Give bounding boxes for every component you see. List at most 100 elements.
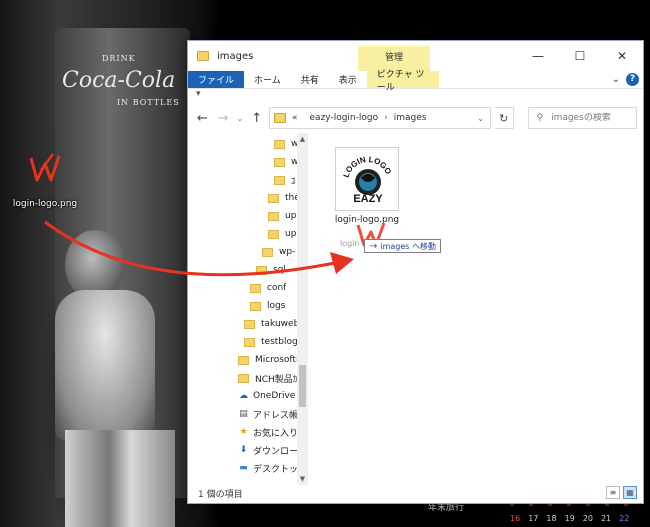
desktop-icon: ▬ [239,463,248,473]
calendar-date[interactable]: 21 [601,514,611,523]
move-tooltip: → images へ移動 [364,239,442,253]
svg-text:EAZY: EAZY [353,193,383,205]
scrollbar-thumb[interactable] [299,365,306,407]
ribbon-expand-icon[interactable]: ⌄ [612,74,620,85]
arrow-right-icon: → [369,240,378,252]
folder-icon [256,265,267,275]
content-area: w w ﾕ the up up wp- sql conf logs takuwe… [188,133,643,485]
help-icon[interactable]: ? [626,73,639,86]
tab-view[interactable]: 表示 [329,71,367,88]
forward-button[interactable]: → [215,111,232,126]
tab-file[interactable]: ファイル [188,71,245,88]
recent-locations-button[interactable]: ⌄ [235,114,244,123]
folder-icon [268,211,279,221]
navigation-bar: ← → ⌄ ↑ « eazy-login-logo › images ⌄ ↻ ⚲ [188,103,643,133]
nav-item[interactable]: takuweb [244,315,299,333]
nav-item[interactable]: NCH製品ｶ [238,369,297,387]
folder-icon [268,193,279,203]
folder-icon [262,247,273,257]
nav-item-label: takuweb [261,319,300,329]
breadcrumb-segment[interactable]: eazy-login-logo [310,113,379,123]
nav-item-label: sql [273,265,286,275]
scroll-down-icon[interactable]: ▼ [297,475,308,483]
minimize-button[interactable]: — [517,41,559,71]
calendar-date[interactable]: 17 [528,514,538,523]
nav-item[interactable]: up [268,207,296,225]
nav-item-label: アドレス帳 [253,410,299,421]
nav-item[interactable]: logs [250,297,285,315]
folder-icon [244,319,255,329]
folder-icon [238,373,249,383]
folder-icon [197,51,209,61]
status-bar: 1 個の項目 ≡ ▦ [188,483,643,503]
tab-picture-tools[interactable]: ピクチャ ツール [366,70,439,93]
move-tooltip-text: images へ移動 [380,241,437,251]
download-icon: ⬇ [239,445,248,455]
navigation-pane: w w ﾕ the up up wp- sql conf logs takuwe… [188,133,310,485]
back-button[interactable]: ← [194,111,211,126]
nav-item[interactable]: sql [256,261,286,279]
tab-share[interactable]: 共有 [291,71,329,88]
breadcrumb-overflow[interactable]: « [292,113,298,123]
file-list[interactable]: LOGIN LOGO EAZY login-logo.png login → i… [310,133,643,485]
up-button[interactable]: ↑ [248,111,265,126]
calendar-date[interactable]: 18 [546,514,556,523]
window-title: images [217,50,254,62]
nav-item-label: お気に入り [253,428,299,439]
desktop-file-label: login-logo.png [12,199,78,209]
calendar-date[interactable]: 20 [583,514,593,523]
view-buttons: ≡ ▦ [606,486,637,499]
calendar-date[interactable]: 19 [565,514,575,523]
refresh-button[interactable]: ↻ [495,107,514,129]
calendar-date[interactable]: 22 [619,514,629,523]
nav-item[interactable]: the [268,189,300,207]
address-bar[interactable]: « eazy-login-logo › images ⌄ [269,107,491,129]
logo-file-icon [29,153,61,182]
nav-item[interactable]: up [268,225,296,243]
nav-item-label: wp- [279,247,296,257]
large-icons-view-button[interactable]: ▦ [623,486,637,499]
search-input[interactable] [551,113,632,123]
taskbar-calendar-dates: 16 17 18 19 20 21 22 [510,514,629,523]
nav-item-label: NCH製品ｶ [255,374,298,385]
breadcrumb-segment[interactable]: images [394,113,427,123]
maximize-button[interactable]: ☐ [559,41,601,71]
close-button[interactable]: ✕ [601,41,643,71]
nav-item[interactable]: MicrosoftE [238,351,302,369]
window-controls: — ☐ ✕ [517,41,643,71]
wallpaper-sign-bottles: IN BOTTLES [117,98,180,107]
wallpaper-coca-cola-sign: DRINK Coca-Cola IN BOTTLES [62,48,190,107]
search-box[interactable]: ⚲ [527,107,638,129]
nav-item[interactable]: conf [250,279,286,297]
nav-item[interactable]: wp- [262,243,295,261]
wallpaper-boy-legs [65,430,175,527]
nav-item[interactable]: ﾕ [274,171,296,189]
file-item[interactable]: LOGIN LOGO EAZY login-logo.png [326,147,408,225]
nav-item[interactable]: testblog [244,333,298,351]
folder-icon [274,157,285,167]
nav-scrollbar[interactable]: ▲ ▼ [297,133,308,485]
nav-item-label: conf [267,283,287,293]
nav-item-favorites[interactable]: ★ お気に入り [238,423,298,441]
details-view-button[interactable]: ≡ [606,486,620,499]
nav-item-onedrive[interactable]: ☁ OneDrive [238,387,295,405]
nav-item[interactable]: w [274,153,298,171]
star-icon: ★ [239,427,248,437]
desktop-file-icon[interactable]: login-logo.png [5,150,85,209]
calendar-date[interactable]: 16 [510,514,520,523]
nav-item-label: logs [267,301,286,311]
tab-home[interactable]: ホーム [244,71,291,88]
folder-icon [244,337,255,347]
address-dropdown-icon[interactable]: ⌄ [477,114,484,123]
ribbon-tabs: ファイル ホーム 共有 表示 ピクチャ ツール ⌄ ? [188,70,643,93]
folder-icon [250,283,261,293]
nav-item-label: testblog [261,337,298,347]
nav-item-label: OneDrive [253,391,296,401]
scroll-up-icon[interactable]: ▲ [297,135,308,143]
wallpaper-sign-drink: DRINK [102,54,136,63]
file-thumbnail: LOGIN LOGO EAZY [335,147,399,211]
wallpaper-boy-body [55,290,155,440]
ribbon-right: ⌄ ? [612,73,639,86]
nav-item[interactable]: w [274,135,298,153]
nav-item-contacts[interactable]: ▤ アドレス帳 [238,405,298,423]
